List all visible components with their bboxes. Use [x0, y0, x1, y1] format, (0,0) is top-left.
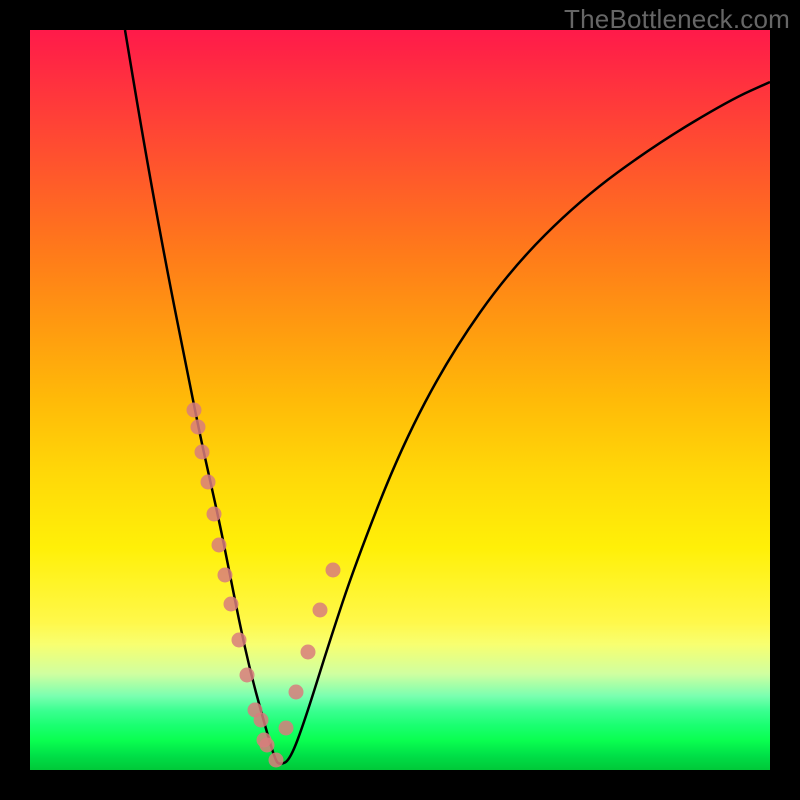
marker-dot [301, 645, 316, 660]
bottleneck-curve-svg [30, 30, 770, 770]
marker-dot [313, 603, 328, 618]
marker-dot [224, 597, 239, 612]
bottleneck-curve [125, 30, 770, 764]
marker-dot [254, 713, 269, 728]
marker-dot [218, 568, 233, 583]
plot-area [30, 30, 770, 770]
marker-dot [187, 403, 202, 418]
marker-dot [260, 738, 275, 753]
marker-dot [279, 721, 294, 736]
marker-dot [201, 475, 216, 490]
marker-dot [207, 507, 222, 522]
marker-dot [269, 753, 284, 768]
marker-dot [212, 538, 227, 553]
marker-dot [191, 420, 206, 435]
frame: TheBottleneck.com [0, 0, 800, 800]
marker-dot [326, 563, 341, 578]
marker-dot [289, 685, 304, 700]
marker-dot [195, 445, 210, 460]
marker-group [187, 403, 341, 768]
marker-dot [232, 633, 247, 648]
marker-dot [240, 668, 255, 683]
